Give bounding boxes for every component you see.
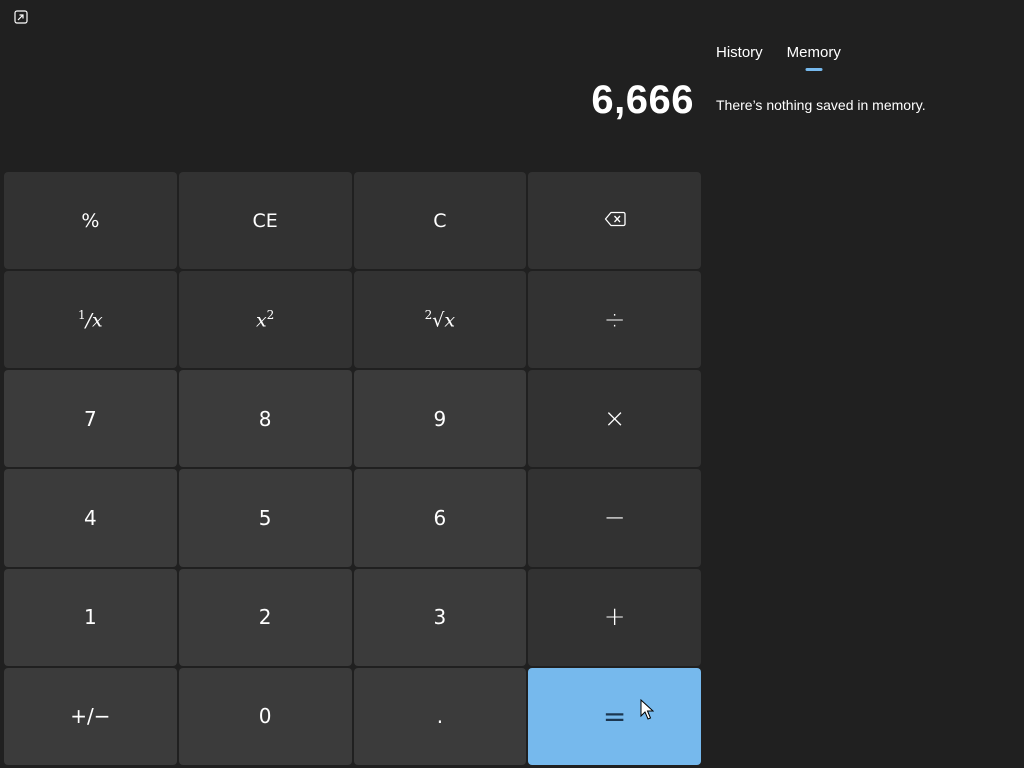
tab-history[interactable]: History xyxy=(716,44,763,71)
negate-button[interactable]: +/− xyxy=(4,667,177,765)
divide-button[interactable]: ÷ xyxy=(528,271,701,369)
calculator-pane: 6,666 % CE C 1/x x2 2√x ÷ 7 8 9 × 4 5 6 … xyxy=(0,0,702,768)
backspace-icon xyxy=(604,210,626,232)
digit-8-button[interactable]: 8 xyxy=(178,370,352,468)
equals-button[interactable]: = xyxy=(528,667,701,765)
digit-7-button[interactable]: 7 xyxy=(4,370,177,468)
decimal-button[interactable]: . xyxy=(353,667,527,765)
digit-5-button[interactable]: 5 xyxy=(178,469,352,567)
multiply-button[interactable]: × xyxy=(528,370,701,468)
tab-memory[interactable]: Memory xyxy=(787,44,841,71)
square-root-icon: 2√x xyxy=(424,308,456,332)
memory-empty-message: There’s nothing saved in memory. xyxy=(716,97,926,113)
digit-4-button[interactable]: 4 xyxy=(4,469,177,567)
keep-on-top-icon[interactable] xyxy=(14,9,28,24)
reciprocal-icon: 1/x xyxy=(77,308,103,332)
keypad: % CE C 1/x x2 2√x ÷ 7 8 9 × 4 5 6 − 1 2 … xyxy=(4,172,701,765)
digit-1-button[interactable]: 1 xyxy=(4,568,177,666)
digit-9-button[interactable]: 9 xyxy=(353,370,527,468)
subtract-button[interactable]: − xyxy=(528,469,701,567)
reciprocal-button[interactable]: 1/x xyxy=(4,271,177,369)
result-display: 6,666 xyxy=(591,78,694,122)
digit-6-button[interactable]: 6 xyxy=(353,469,527,567)
digit-2-button[interactable]: 2 xyxy=(178,568,352,666)
clear-button[interactable]: C xyxy=(353,172,527,270)
history-memory-pane: History Memory There’s nothing saved in … xyxy=(702,0,1024,768)
backspace-button[interactable] xyxy=(528,172,701,270)
clear-entry-button[interactable]: CE xyxy=(178,172,352,270)
digit-3-button[interactable]: 3 xyxy=(353,568,527,666)
square-icon: x2 xyxy=(255,308,275,332)
square-button[interactable]: x2 xyxy=(178,271,352,369)
add-button[interactable]: + xyxy=(528,568,701,666)
pane-tabs: History Memory xyxy=(716,44,841,71)
percent-button[interactable]: % xyxy=(4,172,177,270)
digit-0-button[interactable]: 0 xyxy=(178,667,352,765)
square-root-button[interactable]: 2√x xyxy=(353,271,527,369)
